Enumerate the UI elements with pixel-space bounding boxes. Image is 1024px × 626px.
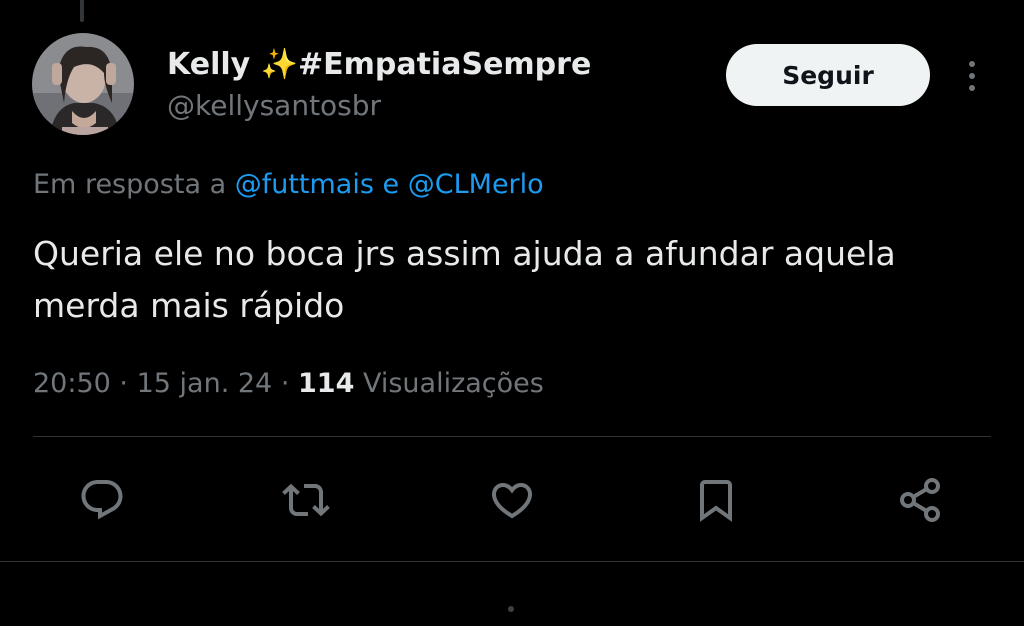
views-label[interactable]: Visualizações	[363, 368, 544, 399]
author-display-name[interactable]: Kelly ✨#EmpatiaSempre	[167, 44, 591, 86]
thread-connector-line	[80, 0, 84, 22]
follow-button[interactable]: Seguir	[726, 44, 930, 106]
mention-link[interactable]: @CLMerlo	[408, 169, 544, 200]
divider	[33, 436, 991, 437]
reply-context-prefix: Em resposta a	[33, 169, 227, 200]
share-button[interactable]	[894, 474, 946, 526]
meta-separator: ·	[280, 368, 290, 399]
retweet-button[interactable]	[280, 474, 332, 526]
bookmark-button[interactable]	[690, 474, 742, 526]
reply-button[interactable]	[76, 474, 128, 526]
author-handle[interactable]: @kellysantosbr	[167, 87, 381, 125]
tweet-date[interactable]: 15 jan. 24	[137, 368, 273, 399]
reply-context-conjunction: e	[382, 169, 400, 200]
avatar-photo	[32, 33, 134, 135]
reply-icon	[81, 480, 123, 520]
tweet-text: Queria ele no boca jrs assim ajuda a afu…	[33, 234, 896, 325]
avatar[interactable]	[32, 33, 134, 135]
tweet-time[interactable]: 20:50	[33, 368, 111, 399]
retweet-icon	[282, 483, 330, 517]
meta-separator: ·	[119, 368, 128, 399]
share-icon	[900, 478, 940, 522]
like-button[interactable]	[486, 474, 538, 526]
divider	[0, 561, 1024, 562]
views-count[interactable]: 114	[298, 368, 354, 399]
bookmark-icon	[700, 480, 732, 522]
heart-icon	[491, 483, 533, 519]
more-options-icon[interactable]	[956, 56, 988, 96]
reply-context: Em resposta a @futtmais e @CLMerlo	[33, 166, 544, 204]
tweet-metadata: 20:50 · 15 jan. 24 · 114 Visualizações	[33, 364, 544, 404]
mention-link[interactable]: @futtmais	[235, 169, 374, 200]
scroll-indicator-dot	[508, 606, 514, 612]
